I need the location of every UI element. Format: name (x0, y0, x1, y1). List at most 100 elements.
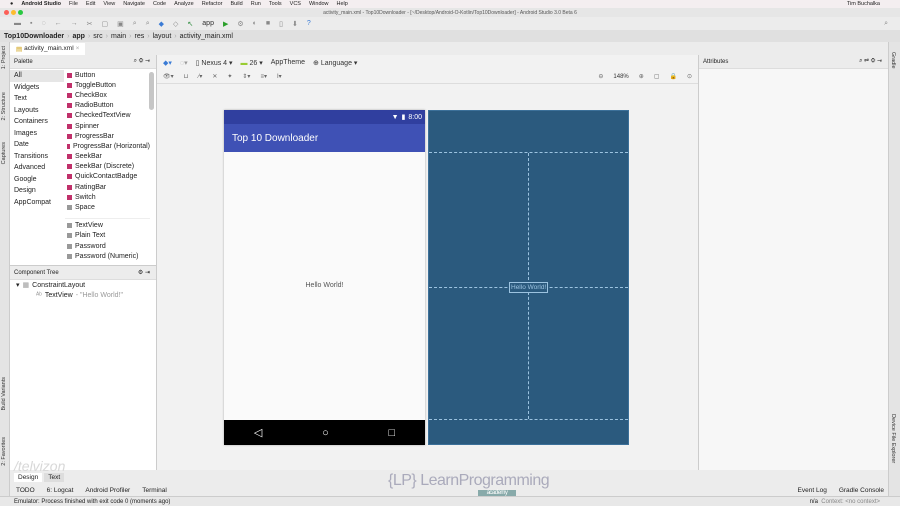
palette-item[interactable]: ProgressBar (Horizontal) (65, 141, 150, 151)
search-icon[interactable]: ⌕ (859, 58, 862, 64)
event-log-tool[interactable]: Event Log (798, 487, 827, 494)
terminal-tool[interactable]: Terminal (142, 487, 167, 494)
palette-category[interactable]: Containers (10, 116, 64, 128)
palette-item[interactable]: RadioButton (65, 101, 150, 111)
todo-tool[interactable]: TODO (16, 487, 35, 494)
palette-item[interactable]: TextView (65, 221, 150, 231)
copy-icon[interactable]: ▢ (102, 20, 109, 28)
palette-category[interactable]: Images (10, 128, 64, 140)
palette-item[interactable]: Switch (65, 192, 150, 202)
menu-window[interactable]: Window (309, 1, 329, 7)
palette-category[interactable]: Transitions (10, 151, 64, 163)
palette-item[interactable]: Plain Text (65, 231, 150, 241)
debug-icon[interactable]: ⚙ (237, 20, 243, 28)
palette-item[interactable]: ToggleButton (65, 80, 150, 90)
orientation-icon[interactable]: ◌▾ (180, 59, 188, 67)
user-name[interactable]: Tim Buchalka (847, 1, 880, 7)
minimize-button[interactable] (11, 10, 16, 15)
palette-item[interactable]: CheckBox (65, 90, 150, 100)
palette-category[interactable]: All (10, 70, 64, 82)
palette-category[interactable]: Design (10, 185, 64, 197)
crumb-app[interactable]: app (73, 33, 85, 40)
profiler-tool[interactable]: Android Profiler (85, 487, 130, 494)
search-icon[interactable]: ⌕ (134, 58, 137, 64)
palette-item[interactable]: QuickContactBadge (65, 172, 150, 182)
autoconnect-icon[interactable]: ⊔ (184, 73, 189, 80)
logcat-tool[interactable]: 6: Logcat (47, 487, 74, 494)
find-icon[interactable]: ⌕ (133, 20, 137, 28)
search-everywhere-icon[interactable]: ⌕ (884, 20, 888, 28)
palette-category[interactable]: Google (10, 174, 64, 186)
maximize-button[interactable] (18, 10, 23, 15)
gear-icon[interactable]: ⚙ (138, 270, 143, 276)
recents-nav-icon[interactable]: □ (388, 427, 395, 439)
captures-tool[interactable]: Captures (1, 142, 7, 164)
menu-navigate[interactable]: Navigate (123, 1, 145, 7)
design-mode-icon[interactable]: ◆▾ (163, 59, 172, 67)
menu-code[interactable]: Code (153, 1, 166, 7)
default-margin-icon[interactable]: ⁄▾ (198, 73, 202, 80)
back-nav-icon[interactable]: ◁ (254, 426, 262, 439)
gear-icon[interactable]: ⚙ (139, 58, 144, 64)
warnings-icon[interactable]: ⊙ (687, 73, 692, 80)
palette-category[interactable]: AppCompat (10, 197, 64, 209)
gradle-console-tool[interactable]: Gradle Console (839, 487, 884, 494)
hide-icon[interactable]: ⇥ (145, 58, 150, 64)
hello-textview[interactable]: Hello World! (224, 282, 425, 289)
palette-item[interactable]: RatingBar (65, 182, 150, 192)
undo-icon[interactable]: ← (55, 20, 62, 27)
back-icon[interactable]: ◆ (159, 20, 164, 28)
align-icon[interactable]: ≡▾ (260, 73, 267, 80)
phone-preview[interactable]: ▼ ▮ 8:00 Top 10 Downloader Hello World! ◁ ○… (224, 110, 425, 445)
close-tab-icon[interactable]: × (76, 45, 80, 52)
profile-icon[interactable]: ◐ (253, 20, 257, 27)
blueprint-hello-textview[interactable]: Hello World! (509, 282, 549, 293)
tab-design[interactable]: Design (14, 472, 43, 482)
zoom-fit-icon[interactable]: ▢ (654, 73, 660, 80)
menu-view[interactable]: View (103, 1, 115, 7)
pack-icon[interactable]: ⇕▾ (242, 73, 250, 80)
forward-icon[interactable]: ◇ (173, 20, 178, 28)
language-select[interactable]: ⊕ Language ▾ (313, 59, 357, 67)
cut-icon[interactable]: ✂ (87, 20, 93, 28)
menu-file[interactable]: File (69, 1, 78, 7)
build-variants-tool[interactable]: Build Variants (1, 377, 7, 411)
crumb-src[interactable]: src (93, 33, 102, 40)
paste-icon[interactable]: ▣ (117, 20, 124, 28)
redo-icon[interactable]: → (71, 20, 78, 27)
tab-text[interactable]: Text (44, 472, 65, 482)
menu-vcs[interactable]: VCS (290, 1, 301, 7)
palette-item[interactable]: Password (65, 241, 150, 251)
clear-constraints-icon[interactable]: ✕ (212, 73, 217, 80)
open-icon[interactable]: ▬ (14, 20, 21, 27)
show-icon[interactable]: 👁▾ (163, 73, 174, 80)
sync-icon[interactable]: ◌ (41, 20, 45, 27)
infer-constraints-icon[interactable]: ✦ (227, 73, 232, 80)
home-nav-icon[interactable]: ○ (322, 427, 329, 439)
crumb-layout[interactable]: layout (153, 33, 172, 40)
expand-arrow-icon[interactable]: ▾ (16, 281, 20, 289)
sdk-manager-icon[interactable]: ⬇ (292, 20, 298, 28)
palette-category[interactable]: Date (10, 139, 64, 151)
palette-category[interactable]: Layouts (10, 105, 64, 117)
menu-run[interactable]: Run (251, 1, 261, 7)
structure-tool[interactable]: 2: Structure (1, 92, 7, 120)
theme-select[interactable]: AppTheme (271, 59, 305, 66)
menu-app[interactable]: Android Studio (21, 1, 61, 7)
palette-scrollbar[interactable] (149, 72, 154, 110)
palette-item[interactable]: ProgressBar (65, 131, 150, 141)
crumb-main[interactable]: main (111, 33, 126, 40)
zoom-out-icon[interactable]: ⊖ (598, 73, 603, 80)
tab-activity-main[interactable]: ▤ activity_main.xml × (10, 42, 86, 55)
device-select[interactable]: ▯ Nexus 4 ▾ (196, 59, 233, 67)
status-message[interactable]: Emulator: Process finished with exit cod… (14, 499, 170, 505)
apple-icon[interactable]: ● (10, 1, 13, 7)
project-tool[interactable]: 1: Project (1, 46, 7, 69)
menu-analyze[interactable]: Analyze (174, 1, 194, 7)
tree-item-constraintlayout[interactable]: ▾ ▦ ConstraintLayout (10, 280, 156, 290)
menu-tools[interactable]: Tools (269, 1, 282, 7)
palette-item[interactable]: SeekBar (65, 152, 150, 162)
avd-manager-icon[interactable]: ▯ (279, 20, 283, 28)
run-config-select[interactable]: app (202, 20, 214, 27)
menu-edit[interactable]: Edit (86, 1, 95, 7)
